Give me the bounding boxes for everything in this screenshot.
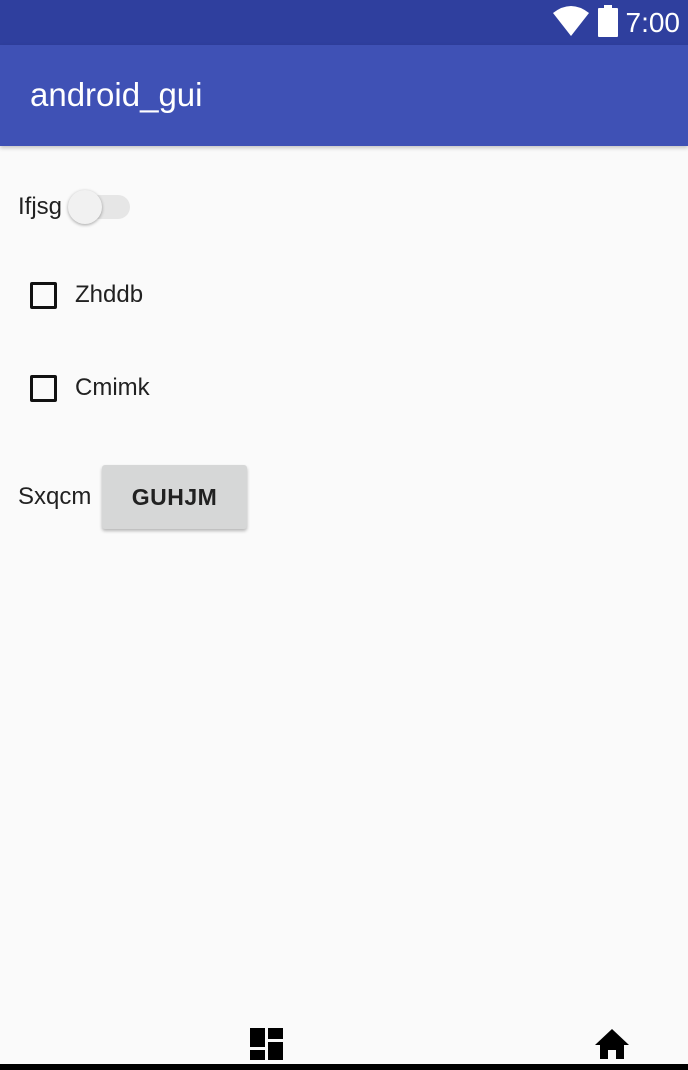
app-title: android_gui <box>30 76 203 113</box>
checkbox-cmimk[interactable]: Cmimk <box>30 370 150 406</box>
status-time: 7:00 <box>625 7 681 38</box>
nav-bar-divider <box>0 1064 688 1070</box>
switch-label: Ifjsg <box>18 193 63 220</box>
app-bar: android_gui <box>0 45 688 146</box>
switch-thumb <box>68 190 102 224</box>
guhjm-button[interactable]: GUHJM <box>102 465 247 529</box>
status-icons: 7:00 <box>552 4 681 42</box>
status-bar: 7:00 <box>0 0 688 45</box>
battery-icon <box>597 4 618 42</box>
navigation-bar <box>0 1010 688 1070</box>
checkbox-cmimk-label: Cmimk <box>75 374 150 401</box>
checkbox-zhddb[interactable]: Zhddb <box>30 277 143 313</box>
checkbox-zhddb-label: Zhddb <box>75 281 144 308</box>
checkbox-zhddb-box[interactable] <box>30 281 57 309</box>
dashboard-icon[interactable] <box>250 1028 283 1065</box>
button-row-label: Sxqcm <box>18 483 92 510</box>
home-icon[interactable] <box>594 1028 630 1065</box>
checkbox-cmimk-box[interactable] <box>30 374 57 402</box>
ifjsg-switch[interactable] <box>68 190 132 224</box>
wifi-icon <box>552 5 590 42</box>
